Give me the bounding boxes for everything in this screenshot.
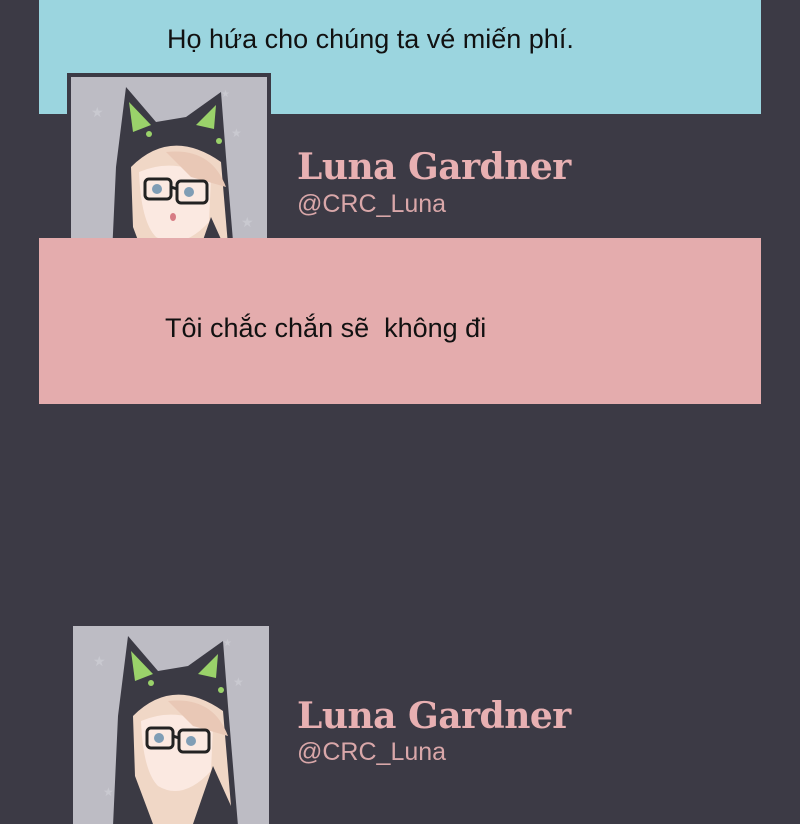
message-bubble-2: Tôi chắc chắn sẽ không đi: [39, 238, 761, 404]
svg-text:★: ★: [233, 675, 244, 689]
svg-text:★: ★: [231, 126, 242, 140]
svg-text:★: ★: [241, 214, 254, 230]
profile-name: Luna Gardner: [297, 695, 571, 737]
message-text: Tôi chắc chắn sẽ không đi: [165, 313, 487, 343]
profile-handle: @CRC_Luna: [297, 190, 447, 218]
profile-handle: @CRC_Luna: [297, 738, 447, 766]
svg-text:★: ★: [103, 785, 114, 799]
message-text: Họ hứa cho chúng ta vé miến phí.: [167, 24, 574, 54]
svg-text:★: ★: [91, 104, 104, 120]
cat-hood-girl-avatar-image: ★ ★ ★ ★: [73, 626, 269, 824]
svg-text:★: ★: [93, 653, 106, 669]
svg-text:★: ★: [223, 638, 232, 649]
avatar: ★ ★ ★ ★: [69, 622, 273, 824]
svg-text:★: ★: [221, 89, 230, 100]
profile-name: Luna Gardner: [297, 146, 571, 188]
